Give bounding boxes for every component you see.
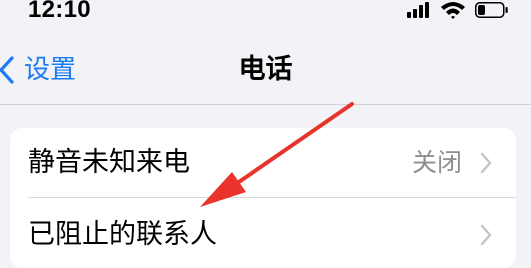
settings-row-value: 关闭 bbox=[411, 148, 462, 177]
status-bar: 12:10 bbox=[0, 0, 531, 30]
settings-row-label: 静音未知来电 bbox=[28, 147, 190, 178]
wifi-icon bbox=[441, 2, 465, 19]
battery-icon bbox=[475, 2, 508, 18]
navigation-bar: 设置 电话 bbox=[0, 30, 531, 105]
settings-row-blocked-contacts[interactable]: 已阻止的联系人 bbox=[10, 198, 516, 268]
page-title: 电话 bbox=[238, 54, 293, 85]
chevron-right-icon bbox=[480, 152, 492, 174]
chevron-right-icon bbox=[480, 224, 492, 246]
cellular-signal-icon bbox=[407, 2, 429, 18]
settings-group: 静音未知来电 关闭 已阻止的联系人 bbox=[10, 128, 516, 268]
status-time: 12:10 bbox=[28, 0, 91, 23]
settings-row-label: 已阻止的联系人 bbox=[28, 219, 217, 250]
settings-row-silence-unknown-callers[interactable]: 静音未知来电 关闭 bbox=[10, 128, 516, 198]
status-icons bbox=[407, 0, 517, 22]
